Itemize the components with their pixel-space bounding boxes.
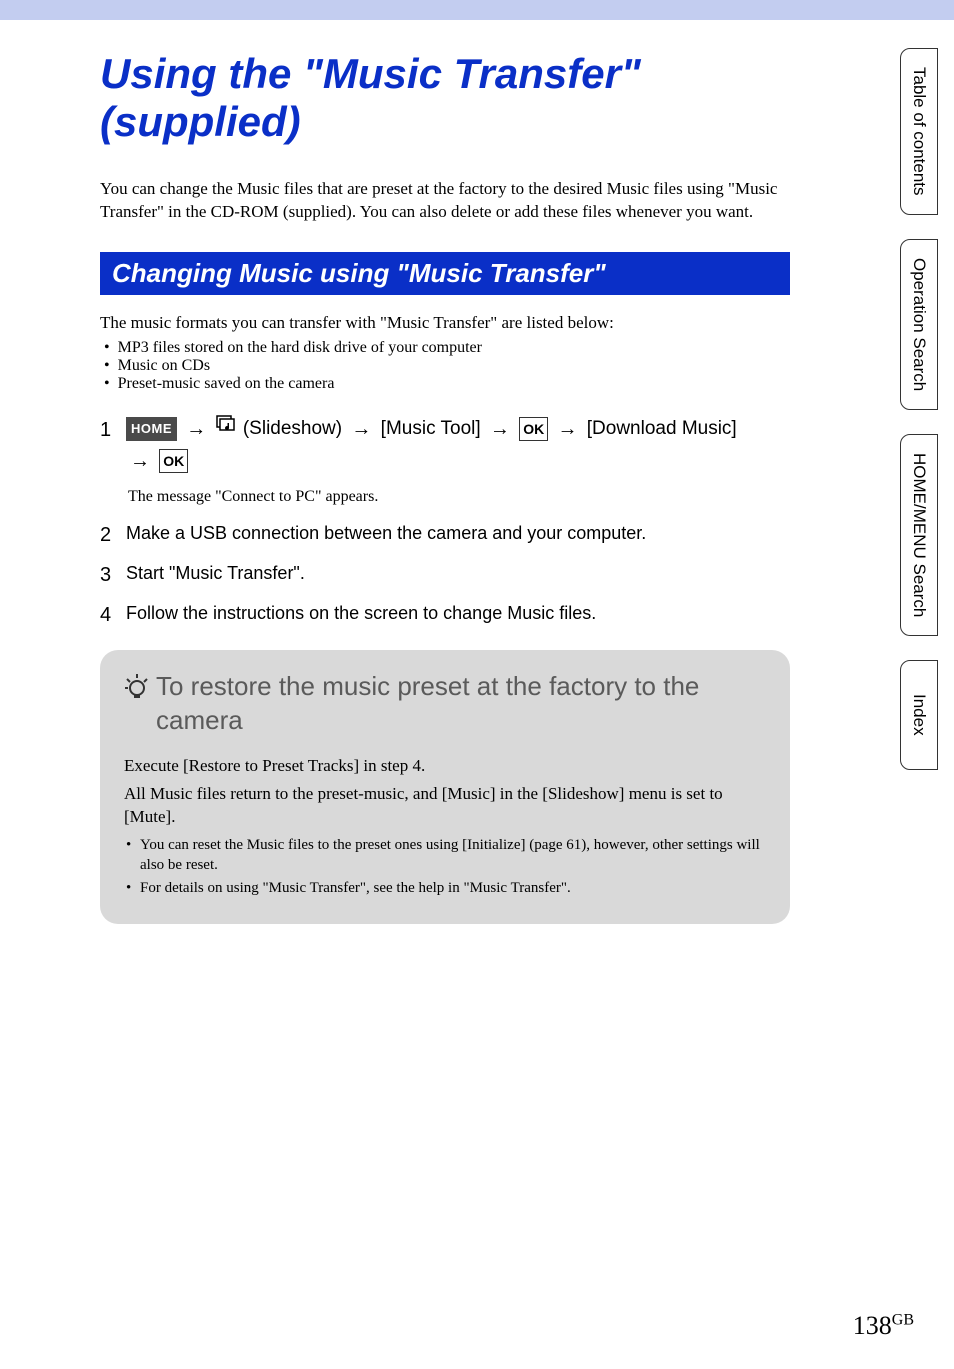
arrow-icon: →: [130, 450, 150, 472]
tip-bullet-list: You can reset the Music files to the pre…: [124, 835, 766, 898]
step-2: 2 Make a USB connection between the came…: [100, 518, 790, 552]
step-number: 4: [100, 598, 116, 632]
list-item: You can reset the Music files to the pre…: [124, 835, 766, 876]
tip-p2: All Music files return to the preset-mus…: [124, 782, 766, 830]
step-number: 1: [100, 413, 116, 447]
step-3-text: Start "Music Transfer".: [126, 558, 790, 589]
slideshow-label: (Slideshow): [243, 418, 342, 439]
step-4-text: Follow the instructions on the screen to…: [126, 598, 790, 629]
step-3: 3 Start "Music Transfer".: [100, 558, 790, 592]
tip-box: To restore the music preset at the facto…: [100, 650, 790, 924]
download-music-label: [Download Music]: [587, 418, 737, 439]
step-4: 4 Follow the instructions on the screen …: [100, 598, 790, 632]
step-1-message: The message "Connect to PC" appears.: [128, 483, 790, 510]
formats-intro: The music formats you can transfer with …: [100, 311, 790, 335]
list-item: MP3 files stored on the hard disk drive …: [104, 339, 790, 357]
list-item: Music on CDs: [104, 357, 790, 375]
step-number: 3: [100, 558, 116, 592]
home-badge-icon: HOME: [126, 417, 177, 442]
intro-paragraph: You can change the Music files that are …: [100, 177, 790, 225]
arrow-icon: →: [351, 418, 371, 440]
list-item: Preset-music saved on the camera: [104, 375, 790, 393]
ok-icon: OK: [159, 449, 188, 473]
side-tabs: Table of contents Operation Search HOME/…: [900, 48, 938, 770]
ok-icon: OK: [519, 417, 548, 441]
tab-table-of-contents[interactable]: Table of contents: [900, 48, 938, 215]
top-accent-bar: [0, 0, 954, 20]
arrow-icon: →: [186, 418, 206, 440]
page-title: Using the "Music Transfer" (supplied): [100, 50, 790, 147]
arrow-icon: →: [557, 418, 577, 440]
step-1-content: HOME → (Slideshow) → [Music Tool] → OK →…: [126, 413, 790, 477]
step-2-text: Make a USB connection between the camera…: [126, 518, 790, 549]
step-number: 2: [100, 518, 116, 552]
tip-p1: Execute [Restore to Preset Tracks] in st…: [124, 754, 766, 778]
tip-title: To restore the music preset at the facto…: [156, 670, 766, 738]
music-tool-label: [Music Tool]: [381, 418, 481, 439]
step-1: 1 HOME → (Slideshow) → [Music Tool] → OK…: [100, 413, 790, 477]
section-heading: Changing Music using "Music Transfer": [100, 252, 790, 295]
arrow-icon: →: [490, 418, 510, 440]
page-number-value: 138: [853, 1311, 892, 1340]
tab-index[interactable]: Index: [900, 660, 938, 770]
tab-operation-search[interactable]: Operation Search: [900, 239, 938, 410]
tip-body: Execute [Restore to Preset Tracks] in st…: [124, 754, 766, 898]
page-number-suffix: GB: [892, 1311, 914, 1328]
steps-list: 1 HOME → (Slideshow) → [Music Tool] → OK…: [100, 413, 790, 632]
tab-home-menu-search[interactable]: HOME/MENU Search: [900, 434, 938, 636]
list-item: For details on using "Music Transfer", s…: [124, 878, 766, 898]
tip-lightbulb-icon: [124, 674, 150, 712]
formats-list: MP3 files stored on the hard disk drive …: [104, 339, 790, 393]
tip-title-row: To restore the music preset at the facto…: [124, 670, 766, 738]
main-content: Using the "Music Transfer" (supplied) Yo…: [0, 20, 840, 954]
page-number: 138GB: [853, 1311, 914, 1341]
slideshow-icon: [216, 414, 238, 444]
